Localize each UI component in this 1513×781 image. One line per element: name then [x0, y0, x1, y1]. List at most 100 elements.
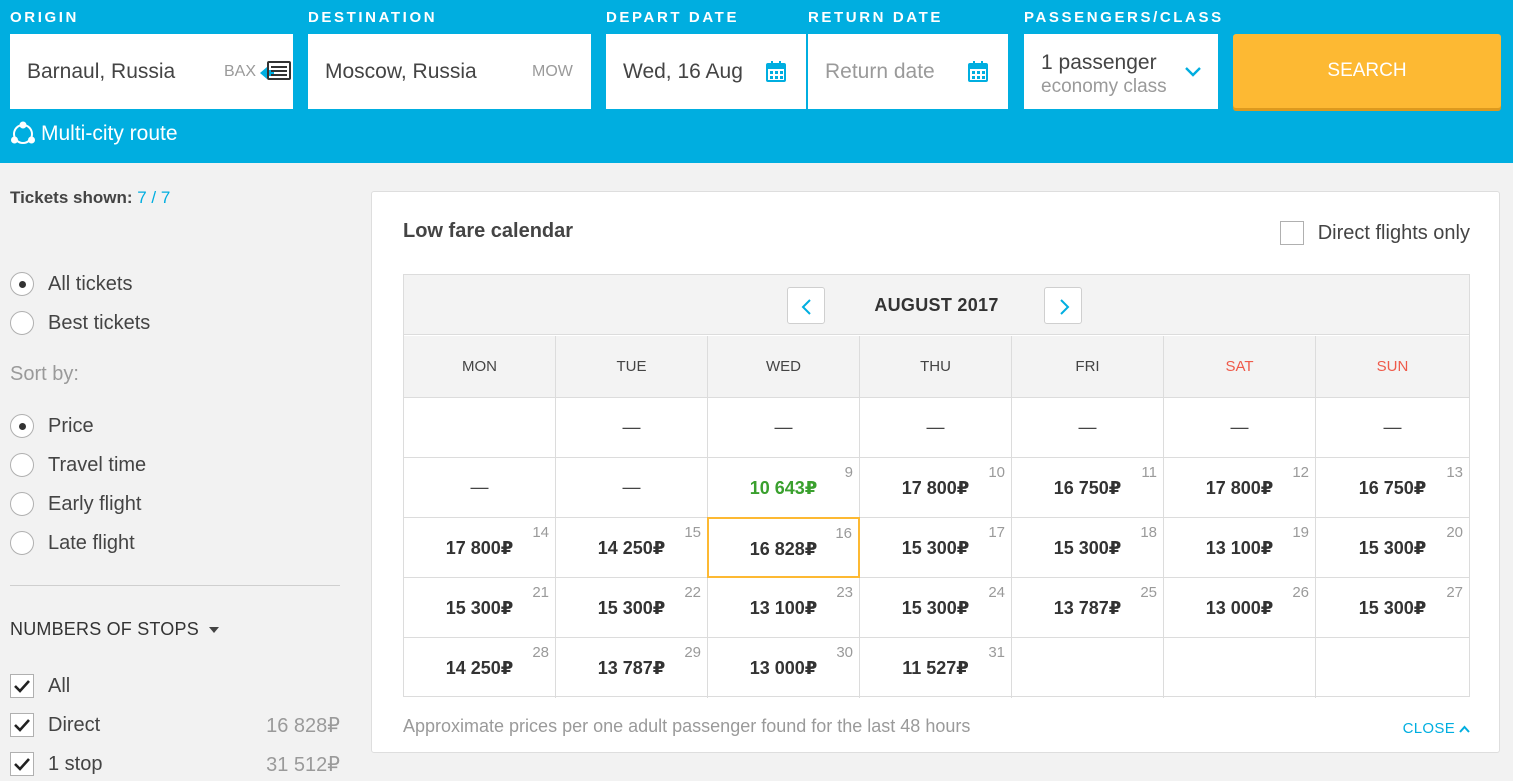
- calendar-day-cell[interactable]: 14 17 800₽: [404, 518, 556, 578]
- calendar-day-cell[interactable]: 21 15 300₽: [404, 578, 556, 638]
- calendar-day-cell[interactable]: 17 15 300₽: [860, 518, 1012, 578]
- calendar-day-cell[interactable]: 20 15 300₽: [1316, 518, 1469, 578]
- return-date-label: RETURN DATE: [808, 9, 943, 26]
- fare-price: 16 750₽: [1358, 478, 1427, 498]
- no-fare-dash: —: [622, 417, 641, 437]
- return-date-field[interactable]: Return date: [808, 34, 1008, 109]
- sort-price[interactable]: Price: [10, 413, 94, 439]
- destination-field[interactable]: Moscow, Russia MOW: [308, 34, 591, 109]
- sort-label: Late flight: [48, 531, 135, 554]
- sort-early-flight[interactable]: Early flight: [10, 491, 141, 517]
- calendar-day-cell[interactable]: 24 15 300₽: [860, 578, 1012, 638]
- calendar-day-cell[interactable]: 25 13 787₽: [1012, 578, 1164, 638]
- radio-button[interactable]: [10, 453, 34, 477]
- calendar-empty-cell: [1012, 638, 1164, 698]
- checkbox-checked[interactable]: [10, 713, 34, 737]
- no-fare-dash: —: [926, 417, 945, 437]
- calendar-day-cell[interactable]: 31 11 527₽: [860, 638, 1012, 698]
- filter-best-tickets[interactable]: Best tickets: [10, 310, 150, 336]
- radio-button[interactable]: [10, 311, 34, 335]
- chevron-down-icon: [1185, 67, 1201, 77]
- swap-icon[interactable]: [258, 59, 292, 83]
- calendar-day-cell[interactable]: 12 17 800₽: [1164, 458, 1316, 518]
- calendar-empty-cell: —: [1012, 398, 1164, 458]
- low-fare-calendar-panel: Low fare calendar Direct flights only AU…: [371, 191, 1500, 753]
- origin-field[interactable]: Barnaul, Russia BAX: [10, 34, 293, 109]
- calendar-icon[interactable]: [766, 61, 786, 82]
- depart-date-label: DEPART DATE: [606, 9, 740, 26]
- chevron-right-icon: [1060, 299, 1070, 315]
- checkmark-icon: [14, 719, 30, 732]
- close-calendar-link[interactable]: CLOSE: [1403, 720, 1470, 737]
- calendar-empty-cell: —: [708, 398, 860, 458]
- search-bar: ORIGIN DESTINATION DEPART DATE RETURN DA…: [0, 0, 1513, 163]
- calendar-day-cell[interactable]: 10 17 800₽: [860, 458, 1012, 518]
- sort-label: Travel time: [48, 453, 147, 476]
- calendar-day-cell[interactable]: 22 15 300₽: [556, 578, 708, 638]
- next-month-button[interactable]: [1044, 287, 1082, 324]
- stops-direct[interactable]: Direct 16 828₽: [10, 712, 340, 738]
- fare-price: 13 100₽: [749, 598, 818, 618]
- calendar-day-cell[interactable]: 16 16 828₽: [707, 517, 860, 578]
- no-fare-dash: —: [622, 477, 641, 497]
- depart-date-field[interactable]: Wed, 16 Aug: [606, 34, 806, 109]
- radio-button[interactable]: [10, 492, 34, 516]
- tickets-shown-label: Tickets shown:: [10, 188, 133, 207]
- lowest-fare-price: 10 643₽: [749, 478, 818, 498]
- sort-label: Early flight: [48, 492, 142, 515]
- fare-price: 17 800₽: [901, 478, 970, 498]
- radio-button[interactable]: [10, 531, 34, 555]
- calendar-empty-cell: —: [556, 398, 708, 458]
- origin-iata: BAX: [224, 63, 257, 80]
- stops-all[interactable]: All: [10, 673, 340, 699]
- fare-price: 15 300₽: [1358, 598, 1427, 618]
- calendar-day-cell[interactable]: 30 13 000₽: [708, 638, 860, 698]
- calendar-day-cell[interactable]: 15 14 250₽: [556, 518, 708, 578]
- stops-price: 16 828₽: [266, 714, 340, 737]
- calendar-day-cell[interactable]: 11 16 750₽: [1012, 458, 1164, 518]
- stops-one-stop[interactable]: 1 stop 31 512₽: [10, 751, 340, 777]
- calendar-day-cell[interactable]: 9 10 643₽: [708, 458, 860, 518]
- sort-late-flight[interactable]: Late flight: [10, 530, 135, 556]
- direct-flights-only-toggle[interactable]: Direct flights only: [1279, 221, 1470, 245]
- caret-down-icon: [208, 626, 219, 633]
- checkbox-checked[interactable]: [10, 674, 34, 698]
- calendar-day-cell[interactable]: 28 14 250₽: [404, 638, 556, 698]
- sort-travel-time[interactable]: Travel time: [10, 452, 146, 478]
- radio-button-selected[interactable]: [10, 272, 34, 296]
- calendar-empty-cell: [1316, 638, 1469, 698]
- origin-label: ORIGIN: [10, 9, 79, 26]
- weekday-header: WED: [708, 336, 860, 398]
- calendar-day-cell[interactable]: 23 13 100₽: [708, 578, 860, 638]
- passenger-count: 1 passenger: [1041, 51, 1157, 74]
- fare-price: 15 300₽: [901, 538, 970, 558]
- no-fare-dash: —: [1383, 417, 1402, 437]
- checkbox-checked[interactable]: [10, 752, 34, 776]
- checkbox[interactable]: [1279, 221, 1304, 245]
- calendar-day-cell[interactable]: 19 13 100₽: [1164, 518, 1316, 578]
- calendar-day-cell[interactable]: 27 15 300₽: [1316, 578, 1469, 638]
- return-date-placeholder: Return date: [825, 60, 935, 83]
- stops-label: All: [48, 674, 71, 697]
- calendar-day-cell[interactable]: 13 16 750₽: [1316, 458, 1469, 518]
- month-title: AUGUST 2017: [874, 295, 999, 315]
- passengers-label: PASSENGERS/CLASS: [1024, 9, 1224, 26]
- filter-all-tickets[interactable]: All tickets: [10, 271, 132, 297]
- weekday-header: FRI: [1012, 336, 1164, 398]
- calendar-icon[interactable]: [968, 61, 988, 82]
- search-button[interactable]: SEARCH: [1233, 34, 1501, 108]
- multi-city-label: Multi-city route: [41, 122, 178, 145]
- fare-price: 17 800₽: [1205, 478, 1274, 498]
- destination-label: DESTINATION: [308, 9, 438, 26]
- calendar-day-cell[interactable]: 18 15 300₽: [1012, 518, 1164, 578]
- weekday-header: MON: [404, 336, 556, 398]
- calendar-day-cell[interactable]: 29 13 787₽: [556, 638, 708, 698]
- calendar-day-cell[interactable]: 26 13 000₽: [1164, 578, 1316, 638]
- multi-city-route-link[interactable]: Multi-city route: [10, 120, 178, 148]
- panel-title: Low fare calendar: [403, 220, 574, 242]
- prev-month-button[interactable]: [787, 287, 825, 324]
- destination-iata: MOW: [532, 63, 573, 80]
- radio-button-selected[interactable]: [10, 414, 34, 438]
- numbers-of-stops-toggle[interactable]: NUMBERS OF STOPS: [10, 619, 219, 640]
- passengers-dropdown[interactable]: 1 passenger economy class: [1024, 34, 1218, 109]
